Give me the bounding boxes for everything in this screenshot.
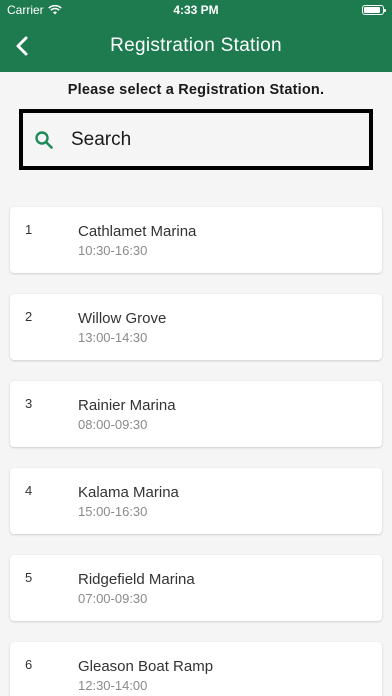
battery-icon — [362, 5, 386, 15]
station-name: Willow Grove — [78, 310, 167, 327]
list-item[interactable]: 3 Rainier Marina 08:00-09:30 — [10, 381, 382, 447]
station-number: 5 — [25, 570, 33, 585]
search-icon — [33, 129, 55, 151]
station-number: 4 — [25, 483, 33, 498]
list-item[interactable]: 5 Ridgefield Marina 07:00-09:30 — [10, 555, 382, 621]
station-name: Rainier Marina — [78, 397, 176, 414]
main-content: Please select a Registration Station. 1 … — [0, 72, 392, 696]
status-bar: Carrier 4:33 PM — [0, 0, 392, 20]
list-item[interactable]: 4 Kalama Marina 15:00-16:30 — [10, 468, 382, 534]
status-time: 4:33 PM — [173, 3, 219, 17]
list-item[interactable]: 6 Gleason Boat Ramp 12:30-14:00 — [10, 642, 382, 696]
station-name: Ridgefield Marina — [78, 571, 195, 588]
station-name: Cathlamet Marina — [78, 223, 197, 240]
search-input[interactable] — [71, 128, 311, 151]
station-hours: 08:00-09:30 — [78, 417, 148, 432]
search-bar[interactable] — [19, 109, 373, 170]
station-hours: 10:30-16:30 — [78, 243, 148, 258]
app-screen: Carrier 4:33 PM Registration Station Ple… — [0, 0, 392, 696]
station-number: 1 — [25, 222, 33, 237]
list-item[interactable]: 1 Cathlamet Marina 10:30-16:30 — [10, 207, 382, 273]
station-list: 1 Cathlamet Marina 10:30-16:30 2 Willow … — [10, 207, 382, 696]
nav-header: Registration Station — [0, 20, 392, 72]
station-hours: 15:00-16:30 — [78, 504, 148, 519]
station-hours: 07:00-09:30 — [78, 591, 148, 606]
list-item[interactable]: 2 Willow Grove 13:00-14:30 — [10, 294, 382, 360]
station-number: 2 — [25, 309, 33, 324]
station-name: Gleason Boat Ramp — [78, 658, 214, 675]
station-number: 6 — [25, 657, 33, 672]
instruction-text: Please select a Registration Station. — [67, 82, 325, 98]
station-number: 3 — [25, 396, 33, 411]
station-name: Kalama Marina — [78, 484, 179, 501]
page-title: Registration Station — [110, 35, 282, 56]
battery-level — [364, 7, 380, 13]
station-hours: 13:00-14:30 — [78, 330, 148, 345]
station-hours: 12:30-14:00 — [78, 678, 148, 693]
